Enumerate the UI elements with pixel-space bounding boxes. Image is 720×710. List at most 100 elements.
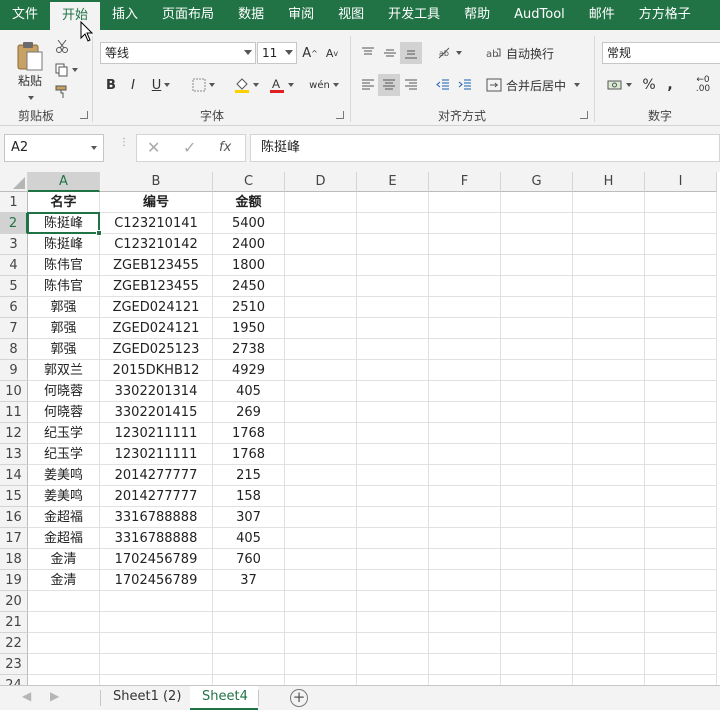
align-middle-button[interactable] xyxy=(380,42,400,64)
cell-c2[interactable]: 5400 xyxy=(213,213,285,234)
fill-color-button[interactable] xyxy=(230,74,262,96)
row-header-7[interactable]: 7 xyxy=(0,318,28,339)
cell-g2[interactable] xyxy=(501,213,573,234)
cell-a1[interactable]: 名字 xyxy=(28,192,100,213)
decrease-indent-button[interactable] xyxy=(432,74,454,96)
cell-e8[interactable] xyxy=(357,339,429,360)
cell-b1[interactable]: 编号 xyxy=(100,192,213,213)
cell-f3[interactable] xyxy=(429,234,501,255)
cell-i1[interactable] xyxy=(645,192,717,213)
cell-b21[interactable] xyxy=(100,612,213,633)
cell-e21[interactable] xyxy=(357,612,429,633)
cell-b19[interactable]: 1702456789 xyxy=(100,570,213,591)
cell-g15[interactable] xyxy=(501,486,573,507)
cell-i20[interactable] xyxy=(645,591,717,612)
align-right-button[interactable] xyxy=(400,74,422,96)
tab-sheet4[interactable]: Sheet4 xyxy=(190,686,258,710)
cell-f21[interactable] xyxy=(429,612,501,633)
menu-item-0[interactable]: 文件 xyxy=(0,0,50,30)
cell-h19[interactable] xyxy=(573,570,645,591)
cell-f16[interactable] xyxy=(429,507,501,528)
cell-i3[interactable] xyxy=(645,234,717,255)
row-header-19[interactable]: 19 xyxy=(0,570,28,591)
font-color-button[interactable]: A xyxy=(266,74,296,96)
cell-e9[interactable] xyxy=(357,360,429,381)
cell-g10[interactable] xyxy=(501,381,573,402)
wrap-text-button[interactable]: ab 自动换行 xyxy=(486,42,566,64)
cell-i4[interactable] xyxy=(645,255,717,276)
cell-a5[interactable]: 陈伟官 xyxy=(28,276,100,297)
row-header-9[interactable]: 9 xyxy=(0,360,28,381)
row-header-2[interactable]: 2 xyxy=(0,213,28,234)
cell-a18[interactable]: 金清 xyxy=(28,549,100,570)
row-header-18[interactable]: 18 xyxy=(0,549,28,570)
row-header-10[interactable]: 10 xyxy=(0,381,28,402)
cell-c8[interactable]: 2738 xyxy=(213,339,285,360)
cell-g20[interactable] xyxy=(501,591,573,612)
column-header-e[interactable]: E xyxy=(357,172,429,192)
row-header-14[interactable]: 14 xyxy=(0,465,28,486)
cell-f14[interactable] xyxy=(429,465,501,486)
align-left-button[interactable] xyxy=(358,74,378,96)
cell-a21[interactable] xyxy=(28,612,100,633)
cell-i7[interactable] xyxy=(645,318,717,339)
cell-i23[interactable] xyxy=(645,654,717,675)
cell-c6[interactable]: 2510 xyxy=(213,297,285,318)
row-header-22[interactable]: 22 xyxy=(0,633,28,654)
cell-a4[interactable]: 陈伟官 xyxy=(28,255,100,276)
cell-h17[interactable] xyxy=(573,528,645,549)
menu-item-3[interactable]: 页面布局 xyxy=(150,0,226,30)
tab-sheet1-2[interactable]: Sheet1 (2) xyxy=(101,686,193,710)
menu-item-9[interactable]: AudTool xyxy=(502,0,577,30)
cell-g9[interactable] xyxy=(501,360,573,381)
border-button[interactable] xyxy=(188,74,218,96)
merge-center-button[interactable]: 合并后居中 xyxy=(486,74,586,96)
cell-a3[interactable]: 陈挺峰 xyxy=(28,234,100,255)
cell-a10[interactable]: 何晓蓉 xyxy=(28,381,100,402)
cell-a13[interactable]: 纪玉学 xyxy=(28,444,100,465)
cell-b14[interactable]: 2014277777 xyxy=(100,465,213,486)
cell-d15[interactable] xyxy=(285,486,357,507)
cell-g7[interactable] xyxy=(501,318,573,339)
increase-decimal-button[interactable]: ←0.00 xyxy=(690,74,716,96)
cell-h11[interactable] xyxy=(573,402,645,423)
column-header-c[interactable]: C xyxy=(213,172,285,192)
cell-c7[interactable]: 1950 xyxy=(213,318,285,339)
clipboard-launcher-icon[interactable] xyxy=(80,111,88,119)
row-header-16[interactable]: 16 xyxy=(0,507,28,528)
cell-g17[interactable] xyxy=(501,528,573,549)
cell-g22[interactable] xyxy=(501,633,573,654)
cell-g18[interactable] xyxy=(501,549,573,570)
cell-d3[interactable] xyxy=(285,234,357,255)
font-name-combo[interactable]: 等线 xyxy=(100,42,256,64)
cell-i18[interactable] xyxy=(645,549,717,570)
cell-i15[interactable] xyxy=(645,486,717,507)
cell-g3[interactable] xyxy=(501,234,573,255)
cell-h23[interactable] xyxy=(573,654,645,675)
cell-b23[interactable] xyxy=(100,654,213,675)
cell-a7[interactable]: 郭强 xyxy=(28,318,100,339)
cell-b13[interactable]: 1230211111 xyxy=(100,444,213,465)
cell-e12[interactable] xyxy=(357,423,429,444)
cell-e1[interactable] xyxy=(357,192,429,213)
cell-e20[interactable] xyxy=(357,591,429,612)
cell-c11[interactable]: 269 xyxy=(213,402,285,423)
cell-b3[interactable]: C123210142 xyxy=(100,234,213,255)
cell-h15[interactable] xyxy=(573,486,645,507)
cell-h13[interactable] xyxy=(573,444,645,465)
row-header-21[interactable]: 21 xyxy=(0,612,28,633)
row-header-20[interactable]: 20 xyxy=(0,591,28,612)
align-center-button[interactable] xyxy=(378,74,400,96)
cell-h5[interactable] xyxy=(573,276,645,297)
row-header-4[interactable]: 4 xyxy=(0,255,28,276)
row-header-5[interactable]: 5 xyxy=(0,276,28,297)
cell-d8[interactable] xyxy=(285,339,357,360)
cell-h22[interactable] xyxy=(573,633,645,654)
cell-h14[interactable] xyxy=(573,465,645,486)
cell-f19[interactable] xyxy=(429,570,501,591)
number-format-combo[interactable]: 常规 xyxy=(602,42,720,64)
cell-d4[interactable] xyxy=(285,255,357,276)
cell-b5[interactable]: ZGEB123455 xyxy=(100,276,213,297)
cell-e10[interactable] xyxy=(357,381,429,402)
cell-g19[interactable] xyxy=(501,570,573,591)
